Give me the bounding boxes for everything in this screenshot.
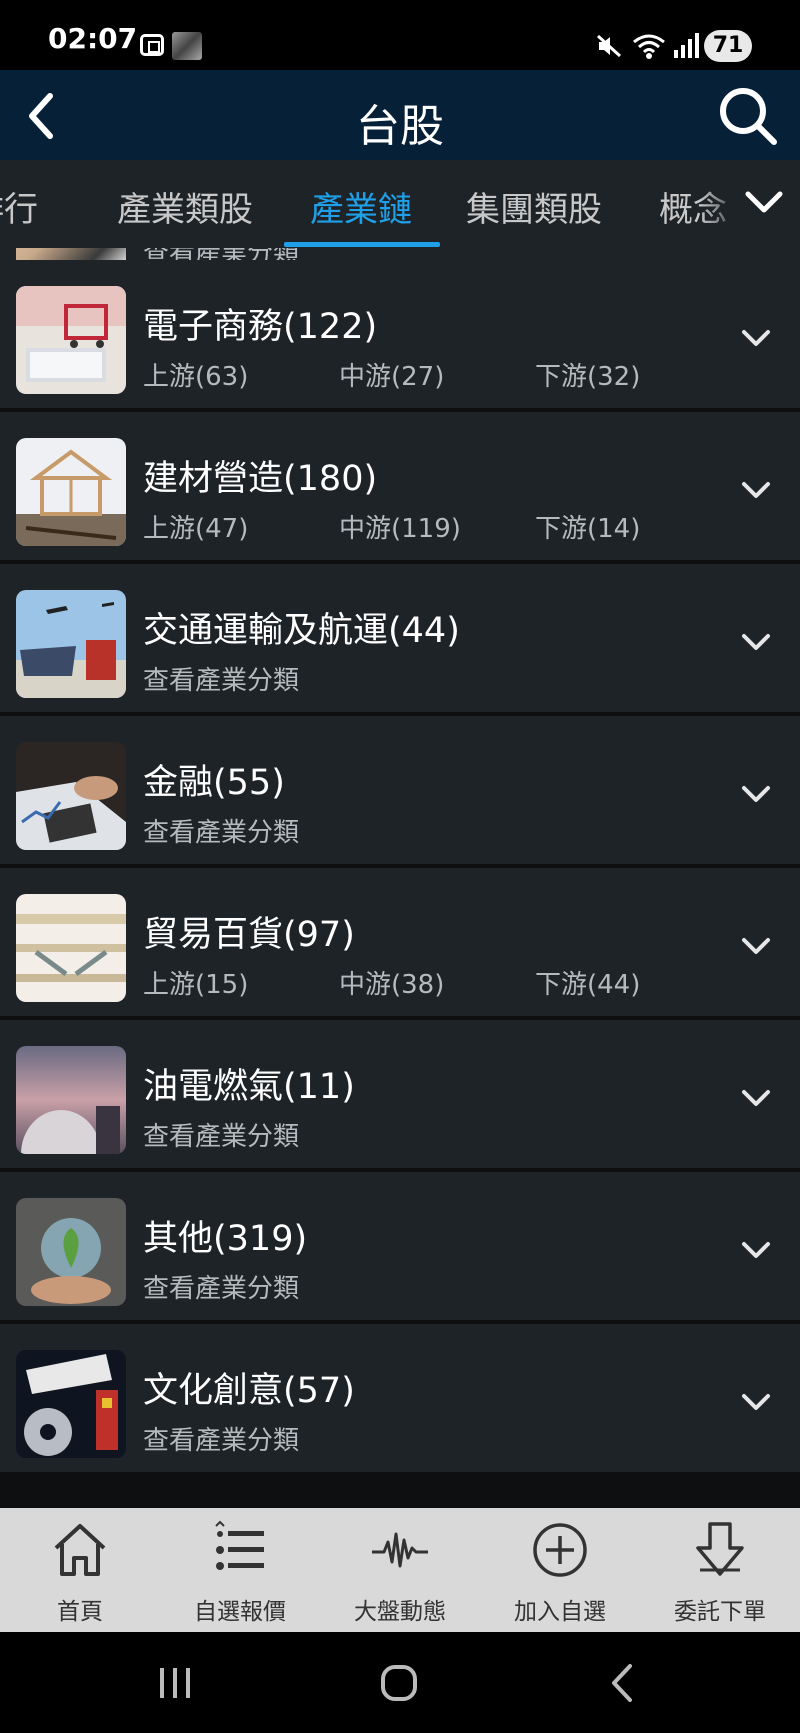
industry-title: 交通運輸及航運(44) <box>143 611 460 651</box>
view-classification-label[interactable]: 查看產業分類 <box>143 660 299 697</box>
screenshot-icon <box>140 34 164 56</box>
status-bar: 02:07 71 <box>0 0 800 70</box>
nav-market-label: 大盤動態 <box>354 1599 446 1625</box>
notification-thumbnail-icon <box>172 32 202 60</box>
chevron-down-icon[interactable] <box>738 1084 774 1112</box>
midstream-link[interactable]: 中游(27) <box>339 356 444 393</box>
downstream-link[interactable]: 下游(32) <box>535 356 640 393</box>
industry-thumbnail <box>16 1350 126 1458</box>
industry-thumbnail <box>16 438 126 546</box>
chevron-down-icon[interactable] <box>738 932 774 960</box>
tab-group-stocks[interactable]: 集團類股 <box>466 182 602 231</box>
downstream-link[interactable]: 下游(14) <box>535 508 640 545</box>
tab-ranking[interactable]: 排行 <box>0 182 38 231</box>
downstream-link[interactable]: 下游(44) <box>535 964 640 1001</box>
view-classification-label[interactable]: 查看產業分類 <box>143 1420 299 1457</box>
chevron-down-icon[interactable] <box>742 182 786 222</box>
tab-industry-sectors[interactable]: 產業類股 <box>117 182 253 231</box>
nav-home-label: 首頁 <box>57 1599 103 1625</box>
view-classification-label[interactable]: 查看產業分類 <box>143 1116 299 1153</box>
list-item[interactable]: 金融(55) 查看產業分類 <box>0 716 800 864</box>
status-time: 02:07 <box>48 22 138 55</box>
chevron-down-icon[interactable] <box>738 476 774 504</box>
industry-thumbnail <box>16 590 126 698</box>
industry-thumbnail <box>16 286 126 394</box>
nav-place-order[interactable]: 委託下單 <box>640 1508 800 1632</box>
upstream-link[interactable]: 上游(47) <box>143 508 248 545</box>
nav-watchlist-label: 自選報價 <box>194 1599 286 1625</box>
bottom-navigation: 首頁 自選報價 大盤動態 加入自選 委託下單 <box>0 1508 800 1632</box>
battery-indicator: 71 <box>704 30 752 62</box>
app-header: 台股 <box>0 70 800 160</box>
midstream-link[interactable]: 中游(38) <box>339 964 444 1001</box>
search-icon[interactable] <box>716 84 780 148</box>
industry-title: 其他(319) <box>143 1219 308 1259</box>
list-item[interactable]: 油電燃氣(11) 查看產業分類 <box>0 1020 800 1168</box>
midstream-link[interactable]: 中游(119) <box>339 508 461 545</box>
view-classification-label[interactable]: 查看產業分類 <box>143 812 299 849</box>
nav-watchlist[interactable]: 自選報價 <box>160 1508 320 1632</box>
chevron-down-icon[interactable] <box>738 324 774 352</box>
nav-home[interactable]: 首頁 <box>0 1508 160 1632</box>
recent-apps-icon[interactable] <box>150 1660 200 1706</box>
add-circle-icon <box>533 1523 587 1577</box>
category-tabs: 排行 產業類股 產業鏈 集團類股 概念 <box>0 160 800 248</box>
system-navigation-bar <box>0 1632 800 1733</box>
list-item[interactable]: 建材營造(180) 上游(47) 中游(119) 下游(14) <box>0 412 800 560</box>
industry-thumbnail <box>16 1198 126 1306</box>
signal-icon <box>674 33 699 58</box>
upstream-link[interactable]: 上游(15) <box>143 964 248 1001</box>
pulse-icon <box>372 1532 428 1568</box>
chevron-down-icon[interactable] <box>738 1388 774 1416</box>
nav-market[interactable]: 大盤動態 <box>320 1508 480 1632</box>
chevron-down-icon[interactable] <box>738 628 774 656</box>
wifi-icon <box>633 34 665 59</box>
active-tab-indicator <box>284 242 440 247</box>
list-item[interactable]: 貿易百貨(97) 上游(15) 中游(38) 下游(44) <box>0 868 800 1016</box>
list-icon <box>215 1520 264 1570</box>
industry-title: 貿易百貨(97) <box>143 915 355 955</box>
page-title: 台股 <box>356 101 444 152</box>
industry-thumbnail <box>16 894 126 1002</box>
tab-industry-chain[interactable]: 產業鏈 <box>310 182 412 231</box>
upstream-link[interactable]: 上游(63) <box>143 356 248 393</box>
mute-icon <box>596 34 622 58</box>
chevron-down-icon[interactable] <box>738 1236 774 1264</box>
nav-add-watchlist-label: 加入自選 <box>514 1599 606 1625</box>
industry-title: 油電燃氣(11) <box>143 1067 355 1107</box>
industry-thumbnail <box>16 742 126 850</box>
nav-add-watchlist[interactable]: 加入自選 <box>480 1508 640 1632</box>
order-arrow-icon <box>696 1522 744 1576</box>
industry-title: 文化創意(57) <box>143 1371 355 1411</box>
home-icon <box>54 1524 106 1576</box>
industry-title: 建材營造(180) <box>143 459 378 499</box>
industry-title: 電子商務(122) <box>143 307 378 347</box>
list-item[interactable]: 電子商務(122) 上游(63) 中游(27) 下游(32) <box>0 260 800 408</box>
system-back-icon[interactable] <box>598 1660 648 1706</box>
home-button-icon[interactable] <box>374 1660 424 1706</box>
industry-title: 金融(55) <box>143 763 285 803</box>
list-item[interactable]: 文化創意(57) 查看產業分類 <box>0 1324 800 1472</box>
list-item[interactable]: 其他(319) 查看產業分類 <box>0 1172 800 1320</box>
view-classification-label[interactable]: 查看產業分類 <box>143 1268 299 1305</box>
list-item[interactable]: 交通運輸及航運(44) 查看產業分類 <box>0 564 800 712</box>
industry-thumbnail <box>16 1046 126 1154</box>
industry-chain-list: 查看產業分類 電子商務(122) 上游(63) 中游(27) 下游(32) 建材… <box>0 248 800 1508</box>
chevron-down-icon[interactable] <box>738 780 774 808</box>
nav-place-order-label: 委託下單 <box>674 1599 766 1625</box>
